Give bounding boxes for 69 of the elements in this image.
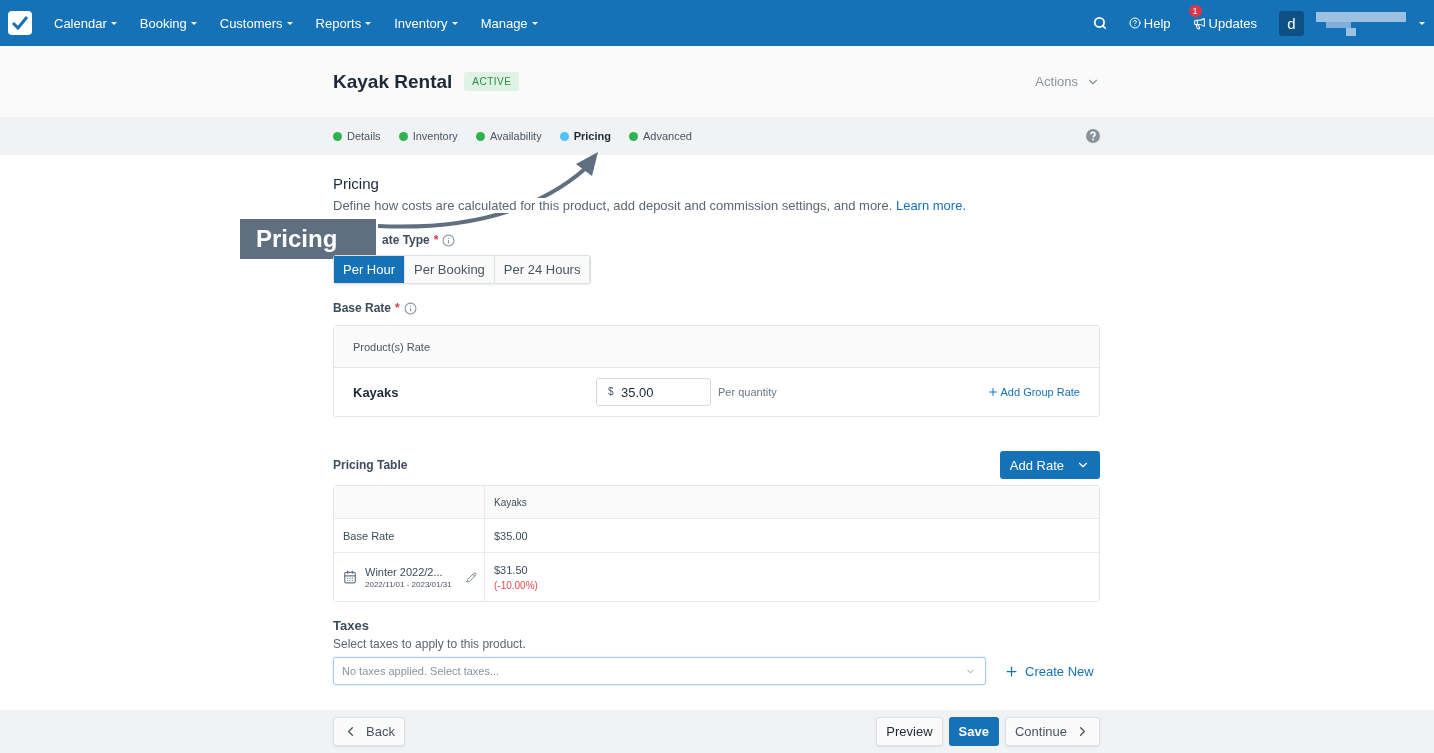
nav-menu[interactable]: Inventory — [394, 15, 459, 31]
checkmark-icon — [11, 14, 29, 32]
step-tab[interactable]: Details — [333, 130, 381, 142]
updates-link[interactable]: Updates — [1192, 15, 1257, 31]
caret-icon — [450, 19, 459, 27]
step-tab[interactable]: Pricing — [559, 130, 611, 142]
caret-icon — [530, 19, 539, 27]
save-button[interactable]: Save — [948, 717, 999, 746]
back-button[interactable]: Back — [333, 717, 405, 746]
info-icon[interactable] — [442, 233, 456, 247]
table-cell: Base Rate — [343, 529, 395, 542]
taxes-select[interactable]: No taxes applied. Select taxes... — [333, 657, 986, 685]
price-change: (-10.00%) — [494, 579, 539, 591]
caret-icon — [285, 19, 294, 27]
plus-icon — [986, 386, 999, 398]
search-icon[interactable] — [1092, 16, 1107, 30]
rate-unit: Per quantity — [718, 386, 777, 398]
rate-type-option[interactable]: Per Hour — [334, 256, 406, 283]
edit-icon[interactable] — [465, 571, 477, 583]
help-icon[interactable] — [1086, 129, 1100, 143]
step-tab[interactable]: Advanced — [628, 130, 692, 142]
caret-icon — [364, 19, 373, 27]
help-link[interactable]: Help — [1128, 15, 1171, 31]
add-group-rate-link[interactable]: Add Group Rate — [986, 386, 1080, 398]
rate-type-option[interactable]: Per 24 Hours — [494, 256, 591, 283]
notification-badge: 1 — [1188, 4, 1202, 17]
status-badge: ACTIVE — [464, 72, 520, 91]
table-cell: $35.00 — [494, 529, 528, 542]
nav-menu[interactable]: Reports — [315, 15, 373, 31]
required-mark: * — [433, 233, 439, 247]
step-tab[interactable]: Inventory — [398, 130, 458, 142]
nav-menu[interactable]: Calendar — [54, 15, 118, 31]
currency-symbol: $ — [608, 386, 614, 397]
learn-more-link[interactable]: Learn more. — [895, 198, 966, 213]
actions-dropdown[interactable]: Actions — [1035, 74, 1100, 89]
season-dates: 2022/11/01 - 2023/01/31 — [365, 579, 452, 589]
column-header: Kayaks — [494, 496, 527, 508]
section-title: Pricing — [333, 175, 380, 192]
caret-icon — [109, 19, 118, 27]
field-label: ate Type — [382, 233, 430, 247]
product-title: Kayak Rental — [333, 70, 453, 93]
app-logo[interactable] — [8, 11, 32, 35]
nav-menu[interactable]: Booking — [139, 15, 198, 31]
continue-button[interactable]: Continue — [1004, 717, 1100, 746]
table-title: Pricing Table — [333, 458, 408, 472]
step-tab[interactable]: Availability — [475, 130, 542, 142]
field-label: Base Rate — [333, 301, 392, 315]
create-new-link[interactable]: Create New — [1004, 663, 1094, 679]
card-header: Product(s) Rate — [353, 340, 431, 353]
caret-icon — [189, 19, 198, 27]
product-name: Kayaks — [353, 384, 400, 400]
required-mark: * — [395, 301, 400, 315]
plus-icon — [1004, 663, 1019, 679]
rate-type-option[interactable]: Per Booking — [405, 256, 495, 283]
nav-menu[interactable]: Manage — [480, 15, 539, 31]
caret-icon[interactable] — [1418, 19, 1426, 27]
taxes-description: Select taxes to apply to this product. — [333, 637, 526, 651]
nav-menu[interactable]: Customers — [219, 15, 294, 31]
add-rate-button[interactable]: Add Rate — [999, 451, 1100, 479]
info-icon[interactable] — [403, 301, 417, 315]
table-cell-text: $31.50 — [494, 563, 529, 576]
callout-label: Pricing — [240, 219, 376, 259]
calendar-icon — [343, 570, 357, 584]
season-name: Winter 2022/2... — [365, 565, 444, 578]
user-avatar[interactable]: d — [1279, 10, 1304, 36]
megaphone-icon — [1192, 16, 1206, 30]
preview-button[interactable]: Preview — [876, 717, 943, 746]
taxes-title: Taxes — [333, 618, 369, 633]
help-icon — [1128, 17, 1141, 29]
